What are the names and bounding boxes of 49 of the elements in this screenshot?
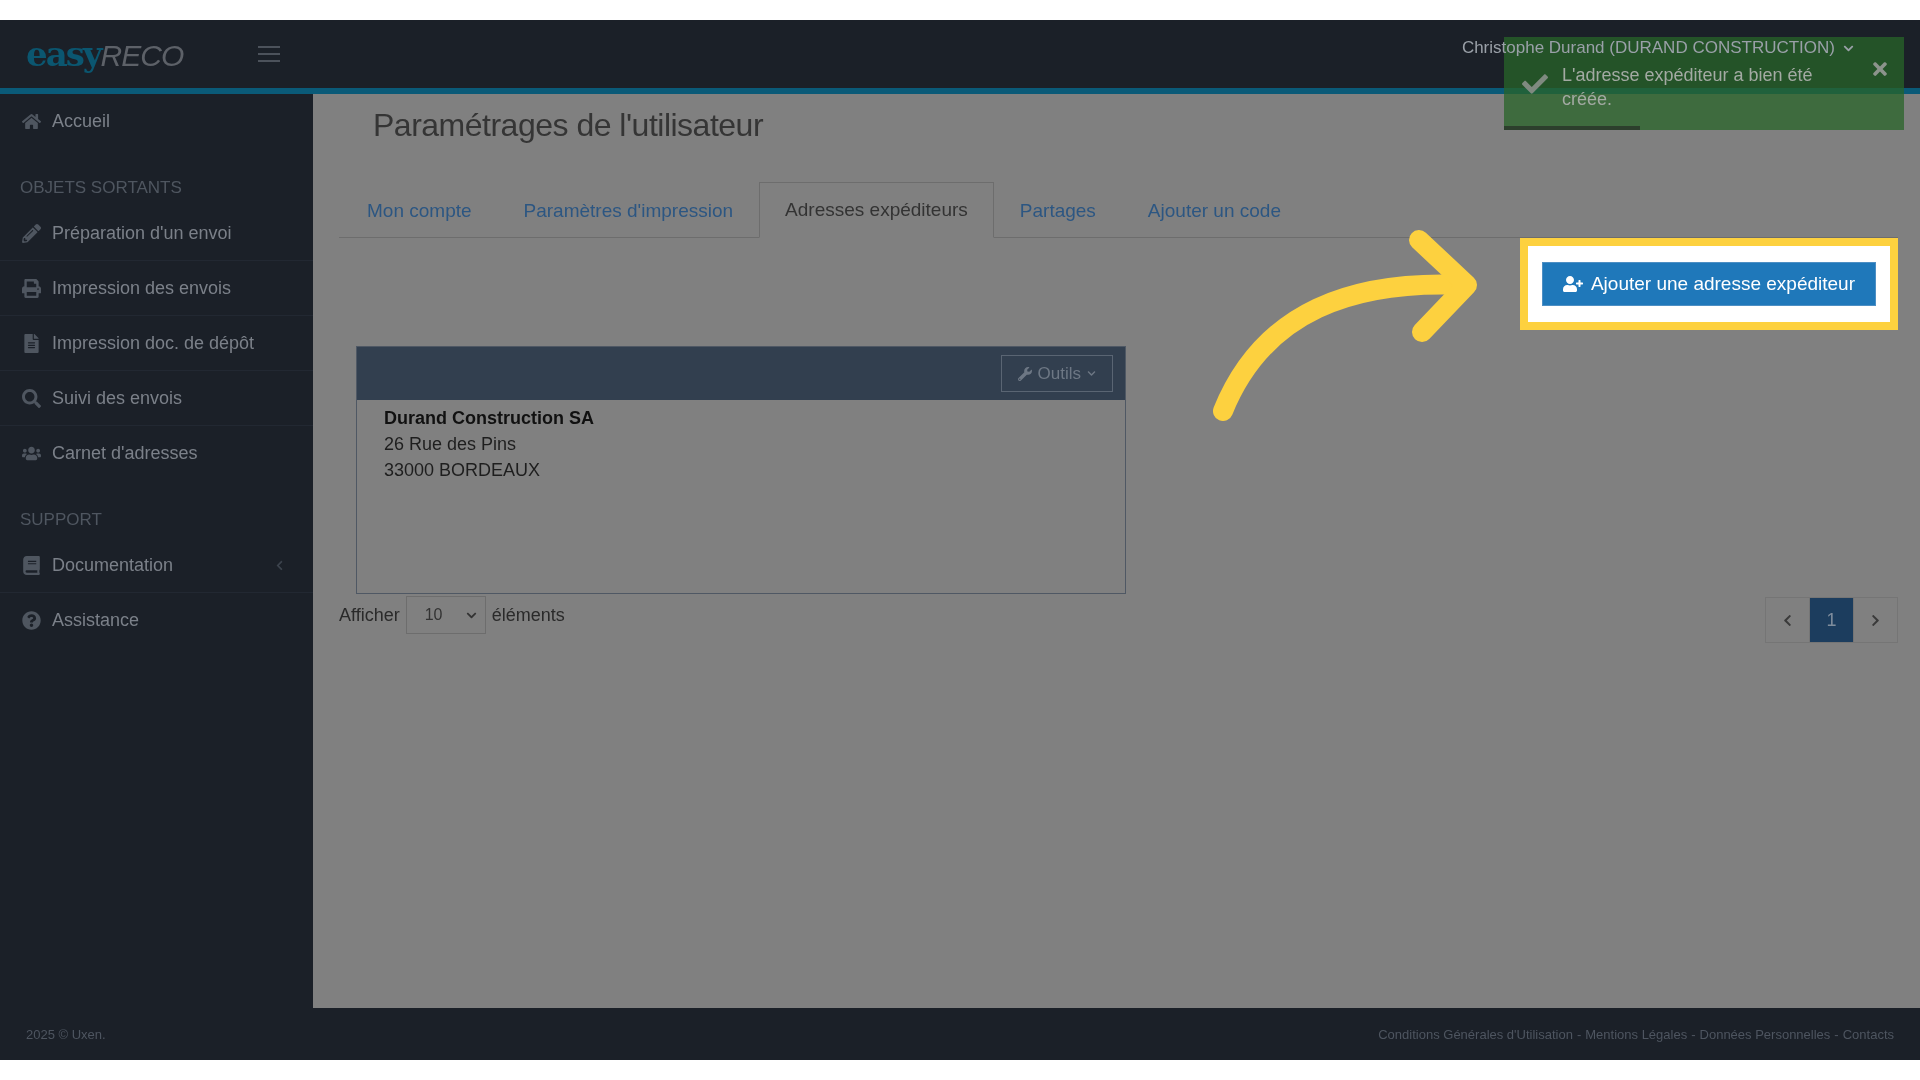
pencil-icon [20, 223, 42, 243]
sidebar-section-title: SUPPORT [19, 509, 103, 531]
search-icon [20, 388, 42, 408]
menu-icon[interactable] [258, 44, 280, 64]
tab[interactable]: Mon compte [341, 182, 498, 238]
address-line: 26 Rue des Pins [384, 434, 518, 455]
tab[interactable]: Adresses expéditeurs [759, 182, 994, 238]
separator: - [1691, 1026, 1696, 1042]
tab[interactable]: Partages [993, 182, 1122, 238]
logo[interactable]: easyRECO [26, 34, 258, 74]
next-page-button[interactable] [1853, 597, 1898, 643]
add-sender-button[interactable]: Ajouter une adresse expéditeur [1541, 262, 1876, 306]
page-length-select[interactable]: 10 [405, 596, 486, 634]
page-button[interactable]: 1 [1809, 597, 1854, 643]
footer-link[interactable]: Conditions Générales d'Utilisation [1378, 1026, 1573, 1042]
tab[interactable]: Ajouter un code [1121, 182, 1307, 238]
sidebar-item[interactable]: Assistance [0, 593, 313, 647]
sidebar-item[interactable]: Carnet d'adresses [0, 426, 313, 480]
address-line: 33000 BORDEAUX [384, 460, 542, 481]
show-label: Afficher [339, 604, 400, 626]
sidebar-item[interactable]: Accueil [0, 94, 313, 148]
close-button[interactable] [1870, 59, 1890, 79]
check-icon [1522, 71, 1548, 97]
caret-icon [1087, 369, 1096, 378]
page-title: Paramétrages de l'utilisateur [373, 106, 765, 145]
footer-link[interactable]: Données Personnelles [1699, 1026, 1831, 1042]
question-icon [20, 610, 42, 630]
book-icon [20, 555, 42, 575]
chevron-right-icon [1869, 613, 1882, 627]
add-user-icon [1562, 274, 1583, 294]
printer-icon [20, 278, 42, 298]
separator: - [1834, 1026, 1839, 1042]
entries-label: éléments [491, 604, 565, 626]
footer-link[interactable]: Mentions Légales [1585, 1026, 1688, 1042]
tab[interactable]: Paramètres d'impression [497, 182, 760, 238]
toast-message: L'adresse expéditeur a bien été créée. [1562, 64, 1814, 111]
sidebar-section-title: OBJETS SORTANTS [19, 177, 183, 199]
separator: - [1576, 1026, 1582, 1042]
user-menu[interactable]: Christophe Durand (DURAND CONSTRUCTION) [1461, 38, 1854, 58]
wrench-icon [1017, 366, 1032, 381]
sidebar-item[interactable]: Impression des envois [0, 261, 313, 316]
sender-name: Durand Construction SA [384, 408, 595, 429]
chevron-left-icon [1781, 613, 1794, 627]
home-icon [20, 111, 42, 131]
copyright: 2025 © Uxen. [26, 1026, 106, 1042]
sidebar-item[interactable]: Documentation [0, 538, 313, 593]
footer-link[interactable]: Contacts [1842, 1026, 1894, 1042]
tools-button[interactable]: Outils [1000, 355, 1113, 392]
sidebar-item[interactable]: Impression doc. de dépôt [0, 316, 313, 371]
